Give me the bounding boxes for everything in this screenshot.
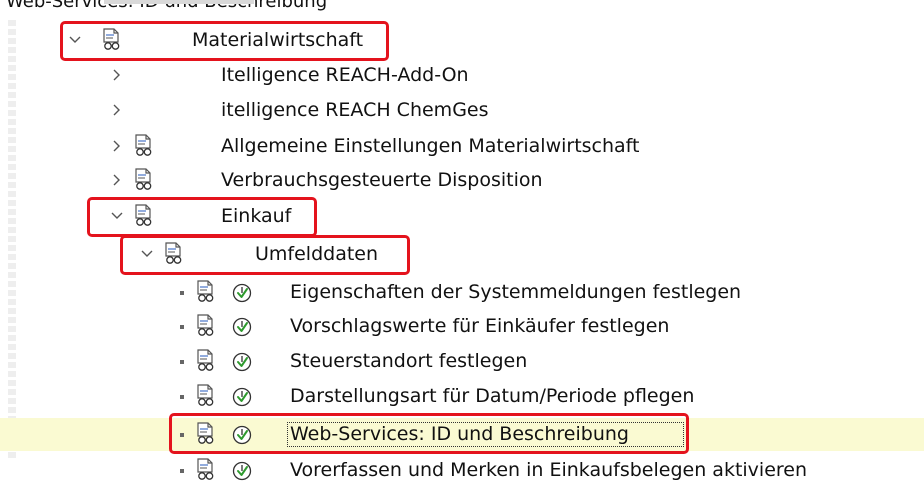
tree-node[interactable]: Umfelddaten <box>0 238 924 271</box>
chevron-right-icon[interactable] <box>110 68 124 82</box>
tree-node-label[interactable]: Einkauf <box>221 205 291 227</box>
document-glasses-icon[interactable] <box>196 349 216 373</box>
tree-node-label[interactable]: Materialwirtschaft <box>192 29 363 51</box>
tree-node-label[interactable]: Darstellungsart für Datum/Periode pflege… <box>290 385 694 407</box>
tree-node[interactable]: Steuerstandort festlegen <box>0 345 924 378</box>
chevron-down-icon[interactable] <box>140 247 154 261</box>
tree-node[interactable]: Itelligence REACH-Add-On <box>0 59 924 92</box>
chevron-down-icon[interactable] <box>68 33 82 47</box>
chevron-down-icon[interactable] <box>110 209 124 223</box>
tree-node[interactable]: Darstellungsart für Datum/Periode pflege… <box>0 380 924 413</box>
leaf-bullet-icon <box>180 291 184 295</box>
document-glasses-icon[interactable] <box>164 242 184 266</box>
tree-node[interactable]: Vorschlagswerte für Einkäufer festlegen <box>0 310 924 343</box>
tree-node[interactable]: Einkauf <box>0 200 924 233</box>
tree-node[interactable]: Vorerfassen und Merken in Einkaufsbelege… <box>0 454 924 487</box>
document-glasses-icon[interactable] <box>196 422 216 446</box>
tree-node-label[interactable]: Allgemeine Einstellungen Materialwirtsch… <box>221 135 640 157</box>
tree-node-label[interactable]: Itelligence REACH-Add-On <box>221 64 469 86</box>
chevron-right-icon[interactable] <box>110 173 124 187</box>
tree-node-label[interactable]: Vorschlagswerte für Einkäufer festlegen <box>290 315 669 337</box>
document-glasses-icon[interactable] <box>134 168 154 192</box>
document-glasses-icon[interactable] <box>134 134 154 158</box>
document-glasses-icon[interactable] <box>196 280 216 304</box>
tree-node-label[interactable]: Verbrauchsgesteuerte Disposition <box>221 169 543 191</box>
leaf-bullet-icon <box>180 325 184 329</box>
document-glasses-icon[interactable] <box>196 458 216 482</box>
document-glasses-icon[interactable] <box>134 204 154 228</box>
focus-outline <box>287 422 684 447</box>
chevron-right-icon[interactable] <box>110 103 124 117</box>
leaf-bullet-icon <box>180 360 184 364</box>
tree-node[interactable]: itelligence REACH ChemGes <box>0 94 924 127</box>
tree-node-label[interactable]: Vorerfassen und Merken in Einkaufsbelege… <box>290 459 807 481</box>
tree-node[interactable]: Allgemeine Einstellungen Materialwirtsch… <box>0 130 924 163</box>
tree-node-label[interactable]: Eigenschaften der Systemmeldungen festle… <box>290 281 741 303</box>
tree-node-label[interactable]: itelligence REACH ChemGes <box>221 99 489 121</box>
execute-clock-icon[interactable] <box>231 424 253 446</box>
truncated-row <box>104 0 254 4</box>
tree-node-label[interactable]: Steuerstandort festlegen <box>290 350 527 372</box>
execute-clock-icon[interactable] <box>231 386 253 408</box>
tree-node[interactable]: Eigenschaften der Systemmeldungen festle… <box>0 276 924 309</box>
leaf-bullet-icon <box>180 469 184 473</box>
document-glasses-icon[interactable] <box>196 384 216 408</box>
execute-clock-icon[interactable] <box>231 282 253 304</box>
leaf-bullet-icon <box>180 433 184 437</box>
chevron-right-icon[interactable] <box>110 139 124 153</box>
tree-node[interactable]: Web-Services: ID und Beschreibung <box>0 418 924 451</box>
document-glasses-icon[interactable] <box>196 314 216 338</box>
document-glasses-icon[interactable] <box>102 28 122 52</box>
execute-clock-icon[interactable] <box>231 316 253 338</box>
tree-node-label[interactable]: Umfelddaten <box>255 243 378 265</box>
tree-node[interactable]: Materialwirtschaft <box>0 24 924 57</box>
execute-clock-icon[interactable] <box>231 460 253 482</box>
tree-node[interactable]: Verbrauchsgesteuerte Disposition <box>0 164 924 197</box>
leaf-bullet-icon <box>180 395 184 399</box>
execute-clock-icon[interactable] <box>231 351 253 373</box>
